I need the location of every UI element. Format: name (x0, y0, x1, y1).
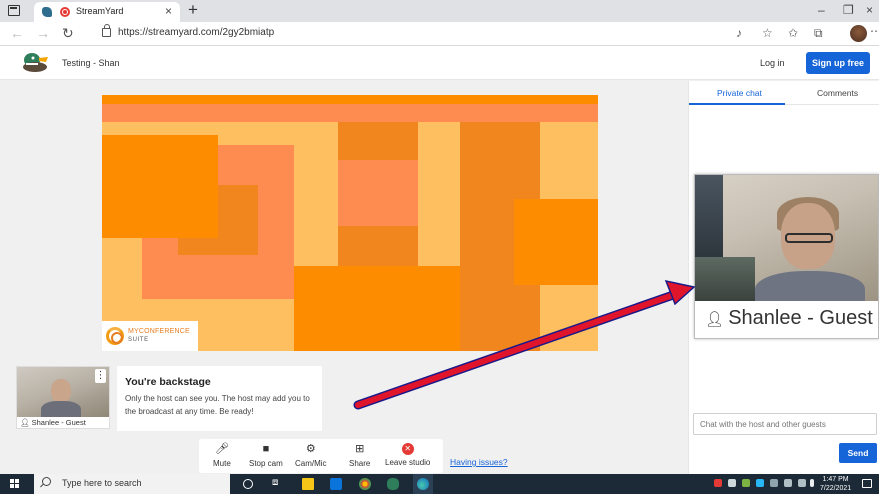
tray-battery-icon[interactable] (770, 479, 778, 487)
windows-start-icon[interactable] (10, 479, 20, 489)
annotation-arrow (353, 279, 696, 410)
arrow-shaft (355, 291, 679, 408)
clock-time: 1:47 PM (822, 476, 849, 483)
cortana-icon[interactable] (243, 479, 253, 489)
tray-volume-icon[interactable] (798, 479, 806, 487)
tray-network-icon[interactable] (742, 479, 750, 487)
task-view-icon[interactable]: ⧈ (272, 477, 284, 489)
streamyard-app-icon[interactable] (387, 478, 399, 490)
file-explorer-icon[interactable] (302, 478, 314, 490)
tray-app-icon[interactable] (714, 479, 722, 487)
windows-taskbar: Type here to search ⧈ 1:47 PM 7/22/2021 (0, 474, 879, 494)
taskbar-search-text: Type here to search (62, 478, 142, 488)
chrome-icon[interactable] (359, 478, 371, 490)
tray-cloud-icon[interactable] (756, 479, 764, 487)
tray-wifi-icon[interactable] (784, 479, 792, 487)
search-icon (42, 477, 51, 486)
taskbar-clock[interactable]: 1:47 PM 7/22/2021 (820, 475, 851, 493)
tray-pen-icon[interactable] (810, 479, 814, 487)
clock-date: 7/22/2021 (820, 485, 852, 492)
taskbar-search[interactable]: Type here to search (34, 474, 230, 494)
tray-messages-icon[interactable] (728, 479, 736, 487)
edge-icon[interactable] (417, 478, 429, 490)
notification-center-icon[interactable] (862, 479, 872, 488)
store-icon[interactable] (330, 478, 342, 490)
